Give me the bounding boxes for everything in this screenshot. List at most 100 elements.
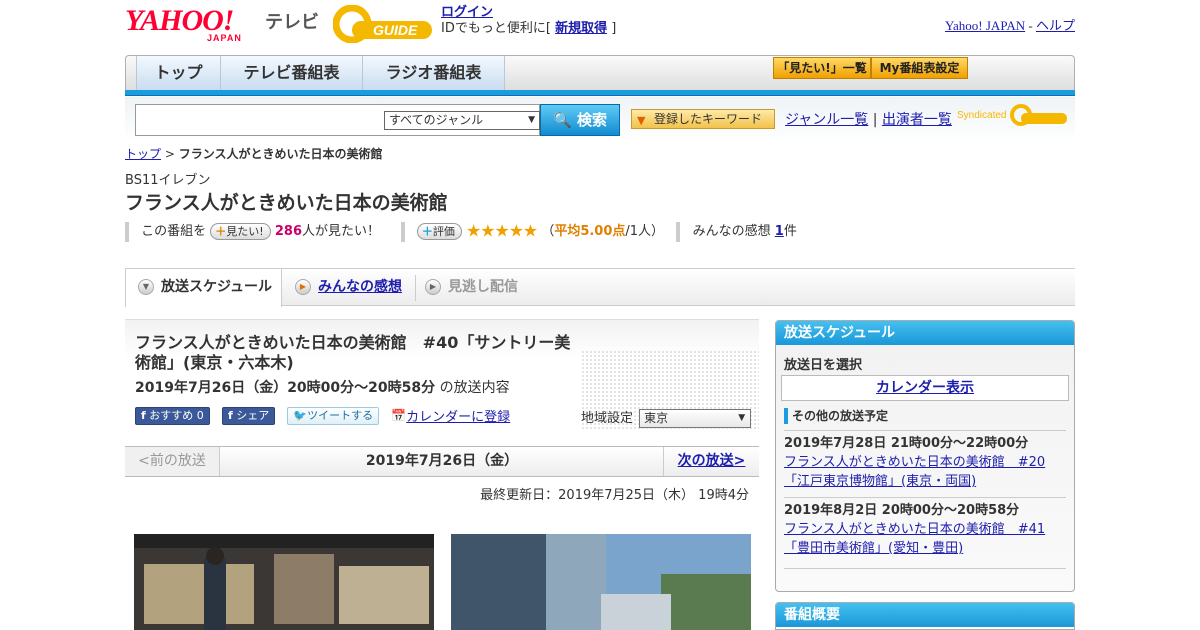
avg-people: /1人）	[625, 224, 665, 239]
pick-date-label: 放送日を選択	[784, 358, 863, 373]
average-rating: 平均5.00点	[554, 224, 626, 239]
air-time-value: 2019年7月26日（金）20時00分～20時58分	[135, 380, 436, 396]
registered-keyword-button[interactable]: ▼ 登録したキーワード	[631, 109, 775, 129]
search-band: すべてのジャンル ▼ 🔍 検索 ▼ 登録したキーワード ジャンル一覧 | 出演者…	[125, 97, 1075, 141]
id-text-prefix: IDでもっと便利に[	[441, 21, 551, 36]
list-item: 2019年7月28日 21時00分～22時00分 フランス人がときめいた日本の美…	[784, 430, 1066, 491]
list-item: 2019年8月2日 20時00分～20時58分 フランス人がときめいた日本の美術…	[784, 497, 1066, 558]
search-links-separator: |	[872, 112, 878, 128]
mitai-list-button[interactable]: 「見たい!」一覧	[773, 57, 871, 79]
dropdown-arrow-icon: ▼	[528, 115, 535, 125]
add-to-calendar-link[interactable]: カレンダーに登録	[406, 410, 510, 425]
mitai-button-label: 見たい!	[226, 225, 264, 238]
tab-schedule[interactable]: ▼ 放送スケジュール	[125, 269, 282, 307]
comments-label: みんなの感想	[692, 224, 771, 239]
search-icon: 🔍	[553, 111, 572, 129]
tab-missed-streaming: ▶ 見逃し配信	[425, 269, 518, 306]
schedule-time: 2019年8月2日 20時00分～20時58分	[784, 503, 1020, 518]
comments-suffix: 件	[783, 224, 797, 239]
sidebar-divider	[784, 568, 1066, 569]
region-select[interactable]: 東京 ▼	[639, 409, 752, 428]
my-schedule-settings-button[interactable]: My番組表設定	[871, 57, 968, 79]
breadcrumb-home-link[interactable]: トップ	[125, 147, 161, 161]
genre-select[interactable]: すべてのジャンル ▼	[384, 111, 540, 130]
breadcrumb: トップ > フランス人がときめいた日本の美術館	[125, 145, 383, 162]
calendar-display-link[interactable]: カレンダー表示	[876, 380, 974, 396]
program-stats: この番組を ＋見たい! 286人が見たい！ ＋評価 ★★★★★ （平均5.00点…	[125, 220, 797, 242]
dropdown-arrow-icon: ▼	[738, 413, 746, 423]
region-setting: 地域設定 東京 ▼	[581, 407, 752, 428]
gguide-logo[interactable]: GUIDE	[332, 4, 433, 44]
yahoo-logo-sub: JAPAN	[207, 33, 242, 43]
episode-photo-museum-interior	[134, 534, 434, 630]
building-exterior-image	[451, 534, 751, 630]
global-nav: トップ テレビ番組表 ラジオ番組表 「見たい!」一覧 My番組表設定	[125, 55, 1075, 91]
tab-schedule-label: 放送スケジュール	[161, 279, 273, 295]
facebook-share-button[interactable]: f シェア	[221, 406, 276, 425]
performer-list-link[interactable]: 出演者一覧	[882, 112, 952, 128]
yahoo-japan-link[interactable]: Yahoo! JAPAN	[945, 18, 1025, 33]
current-broadcast-date: 2019年7月26日（金）	[365, 453, 519, 469]
tab-divider	[415, 275, 416, 301]
twitter-bird-icon: 🐦	[293, 408, 308, 422]
facebook-icon: f	[141, 408, 146, 422]
tab-comments[interactable]: ▶ みんなの感想	[295, 269, 402, 306]
registered-keyword-label: 登録したキーワード	[654, 112, 763, 126]
rating-button-label: 評価	[432, 225, 455, 238]
region-select-value: 東京	[644, 411, 669, 425]
rating-button[interactable]: ＋評価	[416, 223, 462, 240]
overview-header: 番組概要	[776, 603, 1074, 627]
schedule-time: 2019年7月28日 21時00分～22時00分	[784, 436, 1029, 451]
prev-broadcast: <前の放送	[125, 447, 220, 476]
schedule-sidebar: 放送スケジュール 放送日を選択 カレンダー表示 その他の放送予定 2019年7月…	[775, 320, 1075, 592]
triangle-down-icon: ▼	[637, 114, 646, 127]
avg-open: （	[541, 224, 555, 239]
syndicated-gguide-badge: Syndicated	[957, 103, 1069, 127]
last-updated: 最終更新日：2019年7月25日（木） 19時4分	[480, 488, 749, 503]
login-link[interactable]: ログイン	[441, 5, 493, 20]
plus-icon: ＋	[215, 225, 227, 238]
region-label: 地域設定	[581, 411, 634, 426]
mitai-suffix: 人が見たい！	[302, 224, 381, 239]
recommend-label: おすすめ 0	[149, 408, 204, 422]
search-button[interactable]: 🔍 検索	[540, 104, 620, 136]
sidebar-header: 放送スケジュール	[776, 321, 1074, 345]
share-label: シェア	[236, 408, 270, 422]
top-links-separator: -	[1028, 18, 1033, 33]
air-time: 2019年7月26日（金）20時00分～20時58分 の放送内容	[135, 377, 510, 397]
this-program-label: この番組を	[141, 224, 207, 239]
signup-link[interactable]: 新規取得	[555, 21, 607, 36]
rating-stars: ★★★★★	[465, 221, 538, 242]
tweet-label: ツイートする	[307, 408, 374, 422]
help-link[interactable]: ヘルプ	[1036, 18, 1075, 33]
next-broadcast-link[interactable]: 次の放送>	[678, 453, 746, 469]
schedule-title-link[interactable]: フランス人がときめいた日本の美術館 #41「豊田市美術館」(愛知・豊田)	[784, 520, 1066, 558]
episode-box: フランス人がときめいた日本の美術館 #40「サントリー美術館」(東京・六本木) …	[125, 319, 759, 449]
stats-divider	[676, 221, 681, 242]
genre-list-link[interactable]: ジャンル一覧	[785, 112, 868, 128]
yahoo-tv-logo[interactable]: YAHOO! JAPAN テレビ	[125, 6, 319, 44]
nav-tab-radio-schedule[interactable]: ラジオ番組表	[363, 56, 505, 90]
facebook-recommend-button[interactable]: f おすすめ 0	[135, 406, 210, 425]
top-links: Yahoo! JAPAN - ヘルプ	[945, 15, 1075, 34]
schedule-title-link[interactable]: フランス人がときめいた日本の美術館 #20「江戸東京博物館」(東京・両国)	[784, 453, 1066, 491]
nav-tab-top[interactable]: トップ	[136, 56, 221, 90]
facebook-icon: f	[227, 408, 233, 422]
next-broadcast[interactable]: 次の放送>	[663, 447, 759, 476]
mitai-button[interactable]: ＋見たい!	[210, 223, 271, 240]
login-area: ログイン IDでもっと便利に[ 新規取得 ]	[441, 5, 616, 37]
calendar-display-button[interactable]: カレンダー表示	[781, 375, 1069, 401]
tab-missed-label: 見逃し配信	[448, 279, 518, 295]
broadcast-pager: <前の放送 2019年7月26日（金） 次の放送>	[125, 446, 759, 477]
search-links: ジャンル一覧 | 出演者一覧	[785, 109, 952, 129]
breadcrumb-current: フランス人がときめいた日本の美術館	[178, 147, 383, 161]
gguide-logo-icon: GUIDE	[332, 4, 432, 44]
tweet-button[interactable]: 🐦ツイートする	[287, 406, 380, 425]
air-time-suffix: の放送内容	[439, 380, 510, 396]
nav-tab-tv-schedule[interactable]: テレビ番組表	[221, 56, 363, 90]
episode-photo-building	[451, 534, 751, 630]
sidebar-body: 放送日を選択 カレンダー表示 その他の放送予定 2019年7月28日 21時00…	[776, 345, 1074, 591]
mitai-count: 286	[274, 224, 302, 239]
calendar-add-icon: 📅	[391, 408, 407, 423]
comments-count-link[interactable]: 1	[775, 224, 784, 239]
